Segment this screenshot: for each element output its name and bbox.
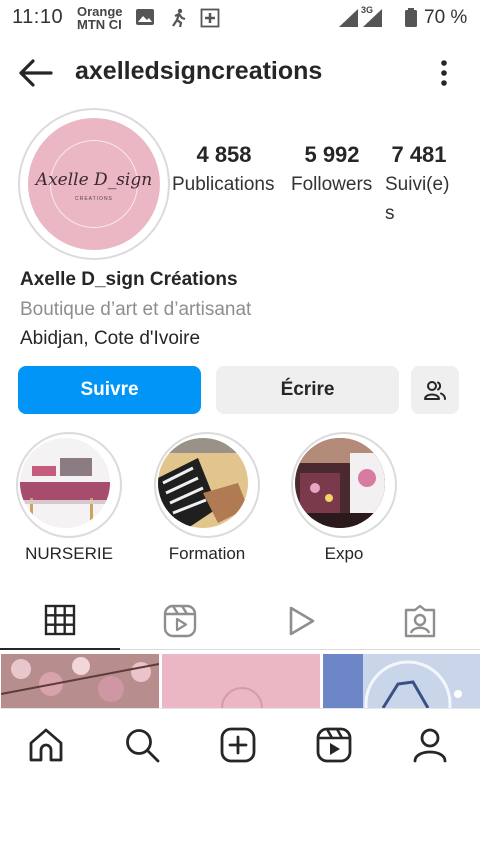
back-arrow-icon[interactable] xyxy=(18,58,54,88)
medical-icon xyxy=(200,8,220,28)
tab-reels[interactable] xyxy=(120,592,240,650)
avatar-image: Axelle D_sign CREATIONS xyxy=(28,118,160,250)
reels-icon xyxy=(163,604,197,638)
stat-posts[interactable]: 4 858 Publications xyxy=(172,142,282,199)
tagged-icon xyxy=(404,604,436,638)
highlight-label: Expo xyxy=(324,544,364,563)
post-thumbnail[interactable] xyxy=(162,654,320,708)
stat-followers-value: 5 992 xyxy=(304,142,360,167)
gallery-icon xyxy=(136,9,154,25)
tab-videos[interactable] xyxy=(240,592,360,650)
avatar[interactable]: Axelle D_sign CREATIONS xyxy=(18,108,170,260)
reels-nav-icon[interactable] xyxy=(316,727,352,763)
profile-icon[interactable] xyxy=(412,727,448,763)
post-thumbnail[interactable] xyxy=(323,654,480,708)
highlight-cover-image xyxy=(20,438,110,528)
stat-following-label: Suivi(e)s xyxy=(385,174,450,224)
status-time: 11:10 xyxy=(12,6,64,28)
signal-icon xyxy=(339,9,358,27)
suggested-accounts-button[interactable] xyxy=(411,366,459,414)
profile-location: Abidjan, Cote d'Ivoire xyxy=(20,328,201,349)
tab-tagged[interactable] xyxy=(360,592,480,650)
avatar-logo-text: Axelle D_sign xyxy=(35,170,153,190)
carrier-name: Orange MTN CI xyxy=(77,4,123,32)
stat-following[interactable]: 7 481 Suivi(e)s xyxy=(385,142,457,228)
profile-name: Axelle D_sign Créations xyxy=(20,269,238,290)
home-icon[interactable] xyxy=(28,727,64,763)
profile-category[interactable]: Boutique d’art et d’artisanat xyxy=(20,299,251,321)
battery-icon xyxy=(405,8,417,27)
highlight-cover-image xyxy=(295,438,385,528)
status-bar: 11:10 Orange MTN CI 3G 70 % xyxy=(0,0,480,40)
tab-posts-grid[interactable] xyxy=(0,592,120,650)
stat-following-value: 7 481 xyxy=(391,142,447,167)
page-title: axelledsigncreations xyxy=(75,57,323,85)
bottom-navigation xyxy=(0,708,480,784)
highlight-label: NURSERIE xyxy=(25,544,113,563)
add-people-icon xyxy=(424,381,446,400)
highlight-label: Formation xyxy=(168,544,246,563)
stat-posts-value: 4 858 xyxy=(196,142,252,167)
search-icon[interactable] xyxy=(124,727,160,763)
avatar-logo-subtext: CREATIONS xyxy=(75,196,113,202)
video-play-icon xyxy=(289,606,315,636)
signal-icon-2 xyxy=(363,9,382,27)
activity-icon xyxy=(172,8,186,28)
posts-grid xyxy=(0,654,480,708)
grid-icon xyxy=(44,604,76,636)
stat-posts-label: Publications xyxy=(172,174,275,195)
stat-followers-label: Followers xyxy=(291,174,373,195)
profile-header: axelledsigncreations xyxy=(0,50,480,96)
create-icon[interactable] xyxy=(220,727,256,763)
more-options-icon[interactable] xyxy=(434,57,454,89)
post-thumbnail[interactable] xyxy=(1,654,159,708)
highlight-cover-image xyxy=(158,438,248,528)
message-button[interactable]: Écrire xyxy=(216,366,399,414)
follow-button[interactable]: Suivre xyxy=(18,366,201,414)
stat-followers[interactable]: 5 992 Followers xyxy=(291,142,375,199)
battery-percent: 70 % xyxy=(424,7,468,28)
profile-tabs xyxy=(0,592,480,650)
